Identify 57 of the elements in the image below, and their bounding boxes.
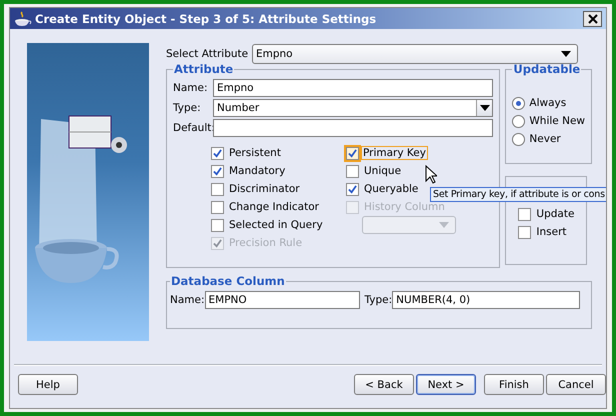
checkbox-label: Mandatory bbox=[229, 165, 286, 177]
radio-button[interactable] bbox=[512, 132, 526, 146]
dropdown-arrow-icon bbox=[480, 105, 490, 111]
text-field[interactable]: NUMBER(4, 0) bbox=[392, 291, 580, 309]
checkbox-label: Change Indicator bbox=[229, 201, 319, 213]
wizard-button[interactable]: Next > bbox=[416, 374, 476, 395]
checkbox[interactable] bbox=[346, 146, 359, 160]
wizard-button[interactable]: < Back bbox=[354, 374, 414, 395]
checkbox-label: Unique bbox=[364, 165, 402, 177]
text-field[interactable]: EMPNO bbox=[204, 291, 360, 309]
checkbox[interactable] bbox=[346, 164, 359, 178]
radio-label: Never bbox=[529, 133, 561, 145]
field-label: Name: bbox=[170, 294, 205, 306]
checkbox-label: Update bbox=[536, 208, 574, 220]
checkbox-label: Queryable bbox=[364, 183, 418, 195]
checkbox[interactable] bbox=[518, 226, 532, 238]
tooltip: Set Primary key, if attribute is or cons bbox=[430, 187, 606, 202]
close-icon bbox=[588, 14, 598, 24]
radio-button[interactable] bbox=[512, 114, 526, 128]
text-field[interactable] bbox=[213, 119, 494, 137]
select-attribute-label: Select Attribute bbox=[166, 48, 250, 60]
checkbox-label: Insert bbox=[536, 226, 567, 238]
coffee-cup-icon bbox=[14, 10, 32, 26]
wizard-button[interactable]: Finish bbox=[484, 374, 544, 395]
radio-label: While New bbox=[529, 115, 585, 127]
group-title: Database Column bbox=[170, 274, 286, 288]
field-label: Default: bbox=[173, 122, 213, 134]
checkbox-label: Discriminator bbox=[229, 183, 300, 195]
select-attribute-dropdown[interactable]: Empno bbox=[252, 44, 578, 64]
group-title: Attribute bbox=[173, 62, 234, 76]
field-label: Type: bbox=[173, 102, 202, 114]
dropdown-arrow-icon bbox=[439, 222, 449, 228]
dropdown-arrow-icon bbox=[561, 51, 571, 57]
wizard-button[interactable]: Cancel bbox=[546, 374, 606, 395]
group-title: Updatable bbox=[512, 62, 582, 76]
type-dropdown[interactable]: Number bbox=[213, 99, 494, 117]
field-label: Name: bbox=[173, 82, 209, 94]
checkbox[interactable] bbox=[346, 182, 359, 196]
checkbox-label: Primary Key bbox=[362, 147, 427, 159]
checkbox-label: Persistent bbox=[229, 147, 281, 159]
help-button[interactable]: Help bbox=[18, 374, 78, 395]
checkbox-label: Selected in Query bbox=[229, 219, 323, 231]
checkbox[interactable] bbox=[211, 146, 224, 160]
radio-label: Always bbox=[529, 97, 566, 109]
checkbox[interactable] bbox=[211, 218, 224, 232]
field-label: Type: bbox=[364, 294, 392, 306]
checkbox[interactable] bbox=[211, 164, 224, 178]
mouse-pointer-icon bbox=[425, 165, 437, 184]
close-button[interactable] bbox=[583, 10, 602, 26]
checkbox[interactable] bbox=[211, 182, 224, 196]
text-field[interactable]: Empno bbox=[213, 79, 494, 97]
checkbox-label: Precision Rule bbox=[229, 237, 302, 249]
window-title: Create Entity Object - Step 3 of 5: Attribute Settings bbox=[35, 12, 378, 26]
checkbox[interactable] bbox=[211, 200, 224, 214]
checkbox-label: History Column bbox=[364, 201, 445, 213]
checkbox[interactable] bbox=[518, 208, 532, 220]
radio-button[interactable] bbox=[512, 96, 526, 110]
